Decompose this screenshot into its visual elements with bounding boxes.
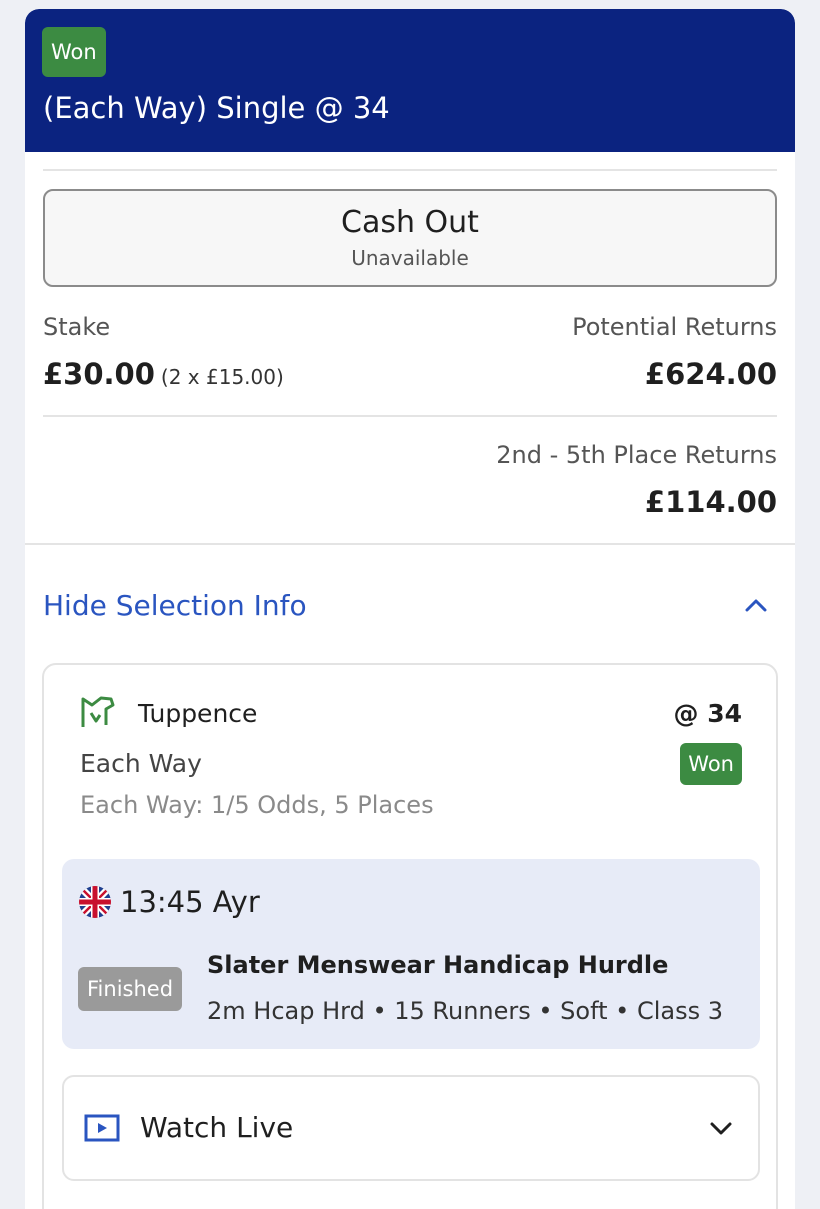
bet-type: Each Way (80, 749, 202, 778)
each-way-terms: Each Way: 1/5 Odds, 5 Places (80, 791, 434, 819)
race-details: 2m Hcap Hrd • 15 Runners • Soft • Class … (207, 997, 723, 1025)
bet-title: (Each Way) Single @ 34 (43, 91, 390, 125)
chevron-down-icon[interactable] (706, 1113, 736, 1143)
section-divider (25, 543, 795, 545)
selection-card: Tuppence @ 34 Each Way Won Each Way: 1/5… (42, 663, 778, 1209)
uk-flag-icon (79, 886, 111, 918)
race-time-course: 13:45 Ayr (120, 885, 260, 919)
stake-amount: £30.00 (43, 357, 155, 391)
divider (43, 415, 777, 417)
cash-out-status: Unavailable (351, 246, 469, 270)
cash-out-button[interactable]: Cash Out Unavailable (43, 189, 777, 287)
place-returns-label: 2nd - 5th Place Returns (496, 441, 777, 469)
bet-card: Won (Each Way) Single @ 34 Cash Out Unav… (25, 9, 795, 1209)
watch-live-label: Watch Live (140, 1111, 294, 1144)
race-status-badge: Finished (78, 967, 183, 1011)
bet-header: Won (Each Way) Single @ 34 (25, 9, 795, 152)
race-info: 13:45 Ayr Finished Slater Menswear Handi… (62, 859, 760, 1049)
stake-amount-row: £30.00 (2 x £15.00) (43, 357, 284, 391)
horse-racing-icon (81, 696, 115, 727)
chevron-up-icon[interactable] (741, 591, 771, 621)
potential-returns-amount: £624.00 (644, 357, 777, 391)
status-badge: Won (42, 27, 106, 77)
divider (43, 169, 777, 171)
cash-out-label: Cash Out (341, 205, 479, 240)
result-badge: Won (680, 743, 742, 785)
place-returns-amount: £114.00 (644, 485, 777, 519)
stake-breakdown: (2 x £15.00) (160, 365, 284, 389)
potential-returns-label: Potential Returns (572, 313, 777, 341)
selection-odds: @ 34 (673, 699, 743, 728)
race-name: Slater Menswear Handicap Hurdle (207, 951, 669, 979)
horse-name: Tuppence (138, 699, 258, 728)
play-icon (84, 1114, 120, 1142)
stake-label: Stake (43, 313, 111, 341)
watch-live-button[interactable]: Watch Live (62, 1075, 760, 1181)
hide-selection-info-link[interactable]: Hide Selection Info (43, 589, 307, 622)
